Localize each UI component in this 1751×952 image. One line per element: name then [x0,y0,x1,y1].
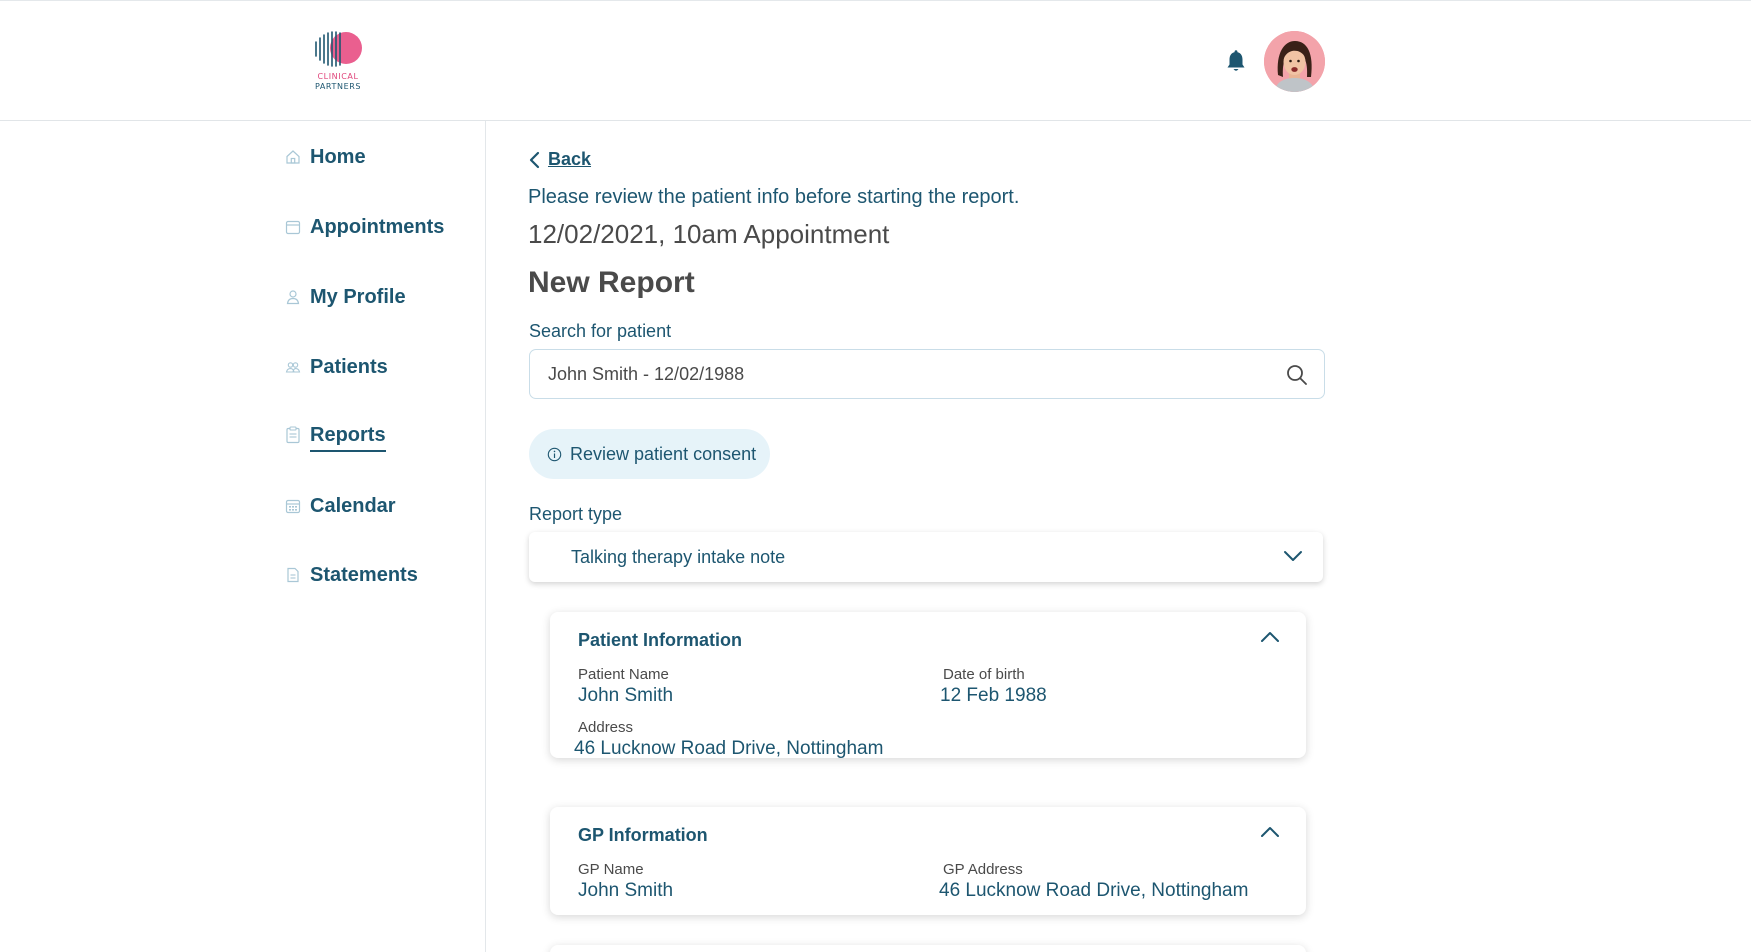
clipboard-icon [284,426,302,444]
logo-mark [312,31,364,67]
gp-address-value: 46 Lucknow Road Drive, Nottingham [939,880,1249,901]
clinical-partners-logo[interactable]: CLINICAL PARTNERS [310,31,366,95]
home-icon [284,148,302,166]
review-consent-label: Review patient consent [570,443,757,464]
chevron-down-icon [1283,549,1303,563]
sidebar-item-statements[interactable]: Statements [284,558,418,592]
sidebar-item-label: Statements [310,563,418,586]
sidebar-item-label: Appointments [310,215,445,238]
instruction-text: Please review the patient info before st… [528,186,1020,208]
logo-line-1: CLINICAL [317,72,359,81]
sidebar-item-label: My Profile [310,285,406,308]
search-input[interactable]: John Smith - 12/02/1988 [529,349,1325,399]
bell-icon[interactable] [1224,49,1248,75]
user-icon [284,288,302,306]
address-label: Address [578,719,634,736]
sidebar-item-label: Home [310,145,366,168]
document-icon [284,566,302,584]
sidebar-item-appointments[interactable]: Appointments [284,210,444,244]
logo-line-2: PARTNERS [314,82,362,91]
gp-information-title: GP Information [578,825,708,845]
report-type-value: Talking therapy intake note [571,546,786,567]
users-icon [284,358,302,376]
review-consent-button[interactable]: Review patient consent [529,429,771,479]
patient-information-title: Patient Information [578,630,743,650]
sidebar-item-reports[interactable]: Reports [284,418,386,452]
sidebar-item-label: Reports [310,424,386,452]
sidebar-item-my-profile[interactable]: My Profile [284,280,406,314]
chevron-left-icon [528,151,540,169]
calendar-icon [284,218,302,236]
calendar-grid-icon [284,497,302,515]
patient-name-value: John Smith [578,685,674,706]
next-section-card [550,945,1306,952]
sidebar-item-label: Calendar [310,494,396,517]
report-type-label: Report type [529,504,623,524]
appointment-heading: 12/02/2021, 10am Appointment [528,219,890,249]
patient-name-label: Patient Name [578,666,669,683]
search-icon[interactable] [1286,364,1308,386]
back-link[interactable]: Back [528,149,591,170]
chevron-up-icon[interactable] [1260,630,1280,644]
report-type-select[interactable]: Talking therapy intake note [529,532,1323,582]
sidebar-item-patients[interactable]: Patients [284,350,388,384]
dob-label: Date of birth [943,666,1025,683]
dob-value: 12 Feb 1988 [940,685,1047,706]
sidebar-item-label: Patients [310,355,388,378]
gp-information-card: GP Information GP Name John Smith GP Add… [550,807,1306,915]
address-value: 46 Lucknow Road Drive, Nottingham [574,738,884,759]
user-avatar[interactable] [1264,31,1325,92]
back-link-label: Back [548,149,592,169]
chevron-up-icon[interactable] [1260,825,1280,839]
sidebar-item-home[interactable]: Home [284,140,366,174]
gp-name-label: GP Name [578,861,644,878]
page-title: New Report [528,266,695,299]
gp-address-label: GP Address [943,861,1023,878]
main-content: Back Please review the patient info befo… [528,121,1328,952]
gp-name-value: John Smith [578,880,674,901]
search-input-value: John Smith - 12/02/1988 [548,363,745,384]
search-label: Search for patient [529,321,672,341]
patient-information-card: Patient Information Patient Name John Sm… [550,612,1306,759]
sidebar-nav: Home Appointments My Profile Patients Re… [0,121,486,952]
sidebar-item-calendar[interactable]: Calendar [284,489,396,523]
top-header: CLINICAL PARTNERS [0,0,1751,121]
info-icon [547,447,562,462]
logo-wordmark: CLINICAL PARTNERS [310,72,366,92]
